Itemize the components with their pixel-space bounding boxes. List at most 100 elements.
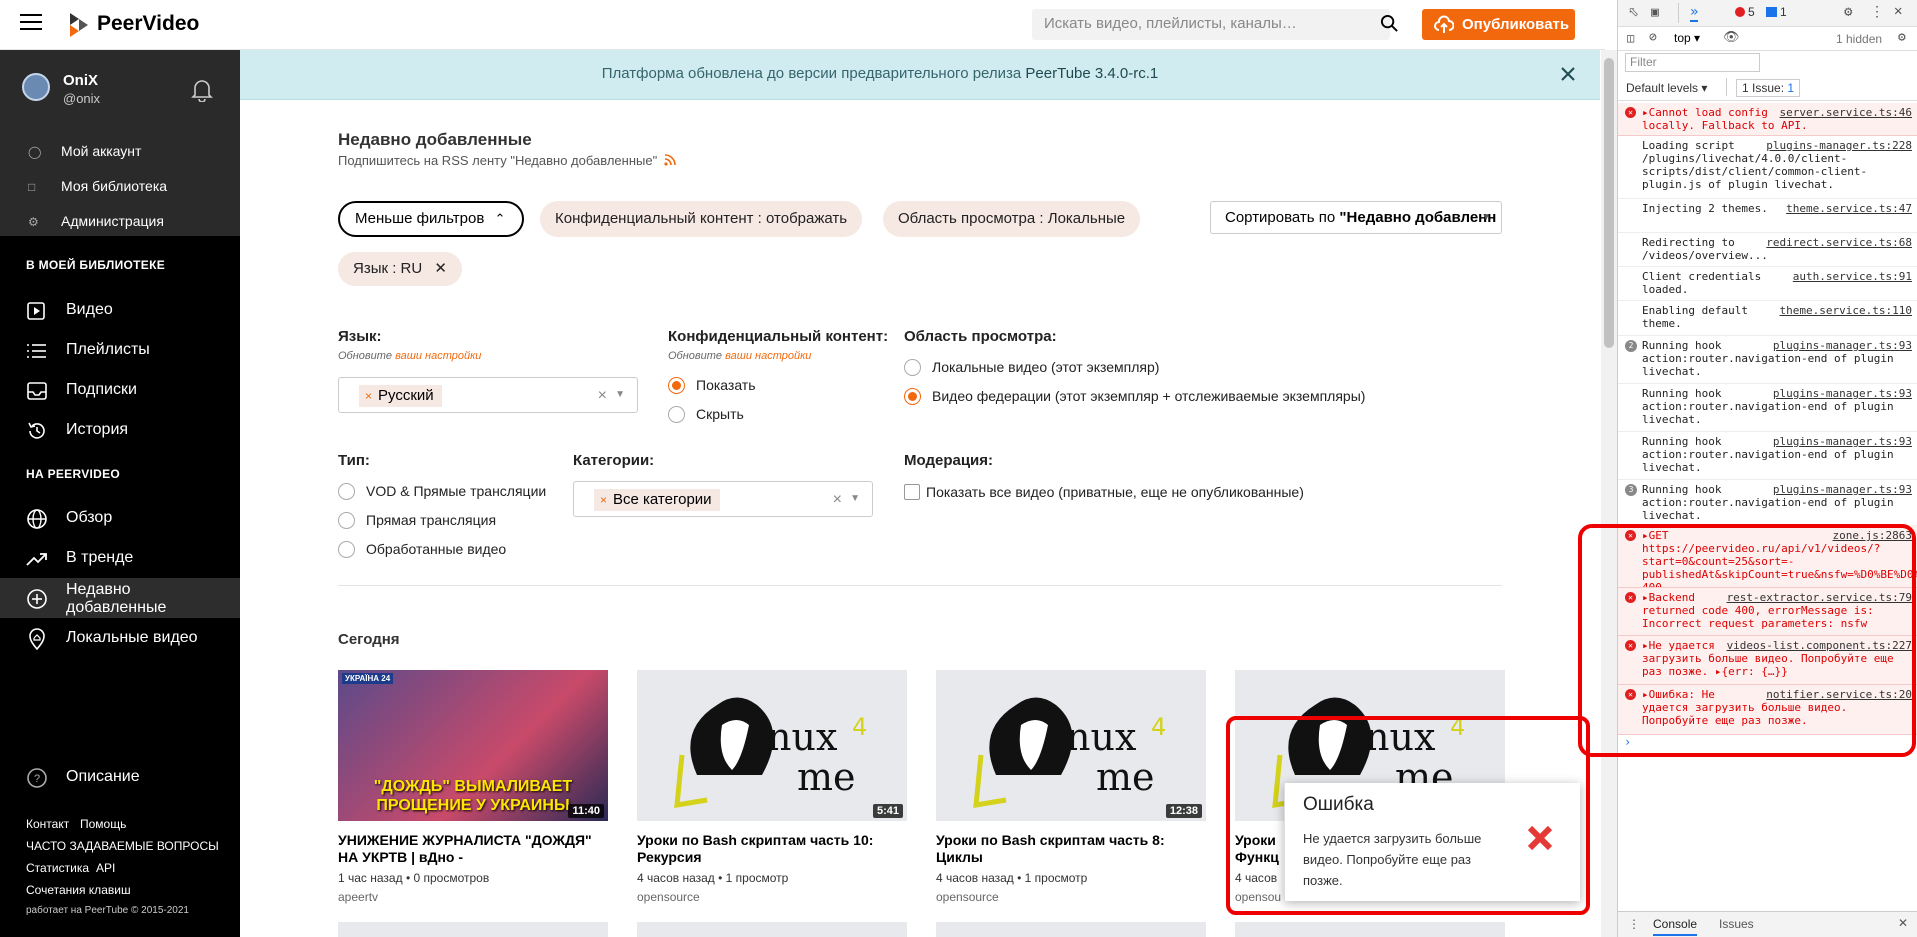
brand-name[interactable]: PeerVideo bbox=[97, 12, 199, 36]
footer-stats-link[interactable]: Статистика bbox=[26, 861, 89, 875]
sidebar-item-videos[interactable]: Видео bbox=[0, 290, 240, 330]
user-name[interactable]: OniX bbox=[63, 72, 98, 89]
video-title[interactable]: Уроки по Bash скриптам часть 10: Рекурси… bbox=[637, 832, 907, 866]
more-tabs-icon[interactable]: » bbox=[1690, 4, 1699, 22]
menu-my-library[interactable]: □ Моя библиотека bbox=[28, 172, 240, 200]
video-thumbnail[interactable]: nux me 4 5:41 bbox=[637, 670, 907, 821]
log-source-link[interactable]: theme.service.ts:47 bbox=[1786, 202, 1912, 215]
tag-remove-icon[interactable]: × bbox=[365, 389, 372, 403]
search-icon[interactable] bbox=[1380, 14, 1399, 33]
errors-badge[interactable]: 5 bbox=[1735, 5, 1755, 19]
log-levels-select[interactable]: Default levels ▾ bbox=[1626, 81, 1707, 95]
settings-gear-icon[interactable]: ⚙ bbox=[1844, 4, 1852, 20]
issues-button[interactable]: 1 Issue: 1 bbox=[1736, 79, 1801, 97]
tab-console[interactable]: Console bbox=[1653, 917, 1698, 936]
language-select[interactable]: × Русский × ▼ bbox=[338, 377, 638, 413]
video-thumbnail[interactable]: УКРАЇНА 24 "ДОЖДЬ" ВЫМАЛИВАЕТ ПРОЩЕНИЕ У … bbox=[338, 670, 608, 821]
video-title[interactable]: Уроки по Bash скриптам часть 8: Циклы bbox=[936, 832, 1206, 866]
console-log-entry[interactable]: plugins-manager.ts:228 Loading script /pl… bbox=[1618, 136, 1917, 199]
clear-icon[interactable]: × bbox=[833, 491, 842, 509]
scrollbar-thumb[interactable] bbox=[1604, 58, 1614, 348]
categories-select[interactable]: × Все категории × ▼ bbox=[573, 481, 873, 517]
console-filter-input[interactable]: Filter bbox=[1625, 53, 1760, 72]
console-settings-icon[interactable]: ⚙ bbox=[1898, 30, 1906, 45]
sidebar-item-about[interactable]: ? Описание bbox=[0, 757, 240, 797]
messages-badge[interactable]: 1 bbox=[1766, 5, 1787, 19]
console-log-entry[interactable]: theme.service.ts:47 Injecting 2 themes. bbox=[1618, 199, 1917, 233]
radio-sensitive-show[interactable]: Показать bbox=[668, 377, 868, 395]
footer-shortcuts-link[interactable]: Сочетания клавиш bbox=[26, 883, 131, 897]
inspect-icon[interactable]: ⬁ bbox=[1628, 5, 1639, 20]
tag-remove-icon[interactable]: × bbox=[600, 493, 607, 507]
log-source-link[interactable]: plugins-manager.ts:228 bbox=[1766, 139, 1912, 152]
caret-down-icon[interactable]: ▼ bbox=[615, 389, 625, 400]
search-box[interactable]: Искать видео, плейлисты, каналы… bbox=[1032, 9, 1390, 40]
search-input[interactable]: Искать видео, плейлисты, каналы… bbox=[1044, 15, 1297, 32]
close-devtools-icon[interactable]: ✕ bbox=[1894, 3, 1902, 19]
radio-scope-local[interactable]: Локальные видео (этот экземпляр) bbox=[904, 359, 1404, 377]
sidebar-toggle-icon[interactable]: ◫ bbox=[1627, 31, 1634, 45]
console-log-entry[interactable]: plugins-manager.ts:93 Running hook action… bbox=[1618, 384, 1917, 432]
video-thumbnail[interactable] bbox=[1235, 922, 1505, 937]
menu-administration[interactable]: ⚙ Администрация bbox=[28, 207, 240, 235]
console-log-entry[interactable]: theme.service.ts:110 Enabling default the… bbox=[1618, 301, 1917, 336]
log-source-link[interactable]: plugins-manager.ts:93 bbox=[1773, 435, 1912, 448]
eye-icon[interactable]: 👁 bbox=[1723, 30, 1740, 45]
sidebar-item-subscriptions[interactable]: Подписки bbox=[0, 370, 240, 410]
tab-issues[interactable]: Issues bbox=[1719, 917, 1754, 931]
sidebar-item-overview[interactable]: Обзор bbox=[0, 498, 240, 538]
menu-icon[interactable] bbox=[20, 14, 42, 32]
console-log-entry[interactable]: auth.service.ts:91 Client credentials loa… bbox=[1618, 267, 1917, 301]
video-channel[interactable]: opensource bbox=[637, 890, 700, 904]
device-icon[interactable]: ▣ bbox=[1651, 5, 1659, 20]
video-thumbnail[interactable] bbox=[637, 922, 907, 937]
video-title[interactable]: УНИЖЕНИЕ ЖУРНАЛИСТА "ДОЖДЯ" НА УКРТВ | в… bbox=[338, 832, 608, 866]
radio-scope-federated[interactable]: Видео федерации (этот экземпляр + отслеж… bbox=[904, 388, 1404, 406]
filter-pill-language[interactable]: Язык : RU ✕ bbox=[338, 252, 462, 286]
sidebar-item-trending[interactable]: В тренде bbox=[0, 538, 240, 578]
footer-help-link[interactable]: Помощь bbox=[80, 817, 126, 831]
sidebar-item-recently-added[interactable]: Недавно добавленные bbox=[0, 578, 240, 618]
video-thumbnail[interactable] bbox=[936, 922, 1206, 937]
filter-pill-scope[interactable]: Область просмотра : Локальные bbox=[883, 201, 1141, 237]
bell-icon[interactable] bbox=[191, 78, 213, 102]
settings-link[interactable]: ваши настройки bbox=[395, 350, 481, 362]
settings-link[interactable]: ваши настройки bbox=[725, 350, 811, 362]
error-toast[interactable]: Ошибка Не удается загрузить больше видео… bbox=[1284, 783, 1580, 901]
console-log-entry[interactable]: plugins-manager.ts:93 Running hook action… bbox=[1618, 432, 1917, 480]
console-log-entry[interactable]: ✕ server.service.ts:46 ▸Cannot load config… bbox=[1618, 103, 1917, 136]
error-x-icon[interactable] bbox=[1525, 823, 1555, 853]
log-source-link[interactable]: plugins-manager.ts:93 bbox=[1773, 387, 1912, 400]
sort-select[interactable]: Сортировать по "Недавно добавленн ▼ bbox=[1210, 201, 1502, 234]
video-channel[interactable]: opensource bbox=[936, 890, 999, 904]
log-source-link[interactable]: plugins-manager.ts:93 bbox=[1773, 483, 1912, 496]
footer-faq-link[interactable]: ЧАСТО ЗАДАВАЕМЫЕ ВОПРОСЫ bbox=[26, 839, 219, 853]
video-channel[interactable]: apeertv bbox=[338, 890, 378, 904]
radio-type-live[interactable]: Прямая трансляция bbox=[338, 512, 538, 530]
footer-contact-link[interactable]: Контакт bbox=[26, 817, 69, 831]
console-log-entry[interactable]: 3 plugins-manager.ts:93 Running hook actio… bbox=[1618, 480, 1917, 526]
page-scrollbar[interactable] bbox=[1601, 50, 1617, 937]
radio-sensitive-hide[interactable]: Скрыть bbox=[668, 406, 868, 424]
log-source-link[interactable]: auth.service.ts:91 bbox=[1793, 270, 1912, 283]
sidebar-item-playlists[interactable]: Плейлисты bbox=[0, 330, 240, 370]
checkbox-show-all-videos[interactable]: Показать все видео (приватные, еще не оп… bbox=[904, 484, 1354, 502]
log-source-link[interactable]: theme.service.ts:110 bbox=[1780, 304, 1912, 317]
log-source-link[interactable]: server.service.ts:46 bbox=[1780, 106, 1912, 119]
caret-down-icon[interactable]: ▼ bbox=[850, 493, 860, 504]
video-thumbnail[interactable]: nux me 4 12:38 bbox=[936, 670, 1206, 821]
log-source-link[interactable]: plugins-manager.ts:93 bbox=[1773, 339, 1912, 352]
log-source-link[interactable]: redirect.service.ts:68 bbox=[1766, 236, 1912, 249]
console-log-entry[interactable]: redirect.service.ts:68 Redirecting to /vi… bbox=[1618, 233, 1917, 267]
filter-pill-sensitive[interactable]: Конфиденциальный контент : отображать bbox=[540, 201, 863, 237]
clear-console-icon[interactable]: ⊘ bbox=[1649, 30, 1657, 45]
radio-type-all[interactable]: VOD & Прямые трансляции bbox=[338, 483, 546, 501]
close-icon[interactable] bbox=[1558, 64, 1578, 84]
checkbox[interactable] bbox=[904, 484, 920, 500]
rss-subscribe-link[interactable]: Подпишитесь на RSS ленту "Недавно добавл… bbox=[338, 153, 676, 168]
clear-icon[interactable]: × bbox=[598, 387, 607, 405]
video-thumbnail[interactable] bbox=[338, 922, 608, 937]
close-icon[interactable]: ✕ bbox=[434, 260, 447, 277]
sidebar-item-history[interactable]: История bbox=[0, 410, 240, 450]
footer-api-link[interactable]: API bbox=[96, 861, 115, 875]
